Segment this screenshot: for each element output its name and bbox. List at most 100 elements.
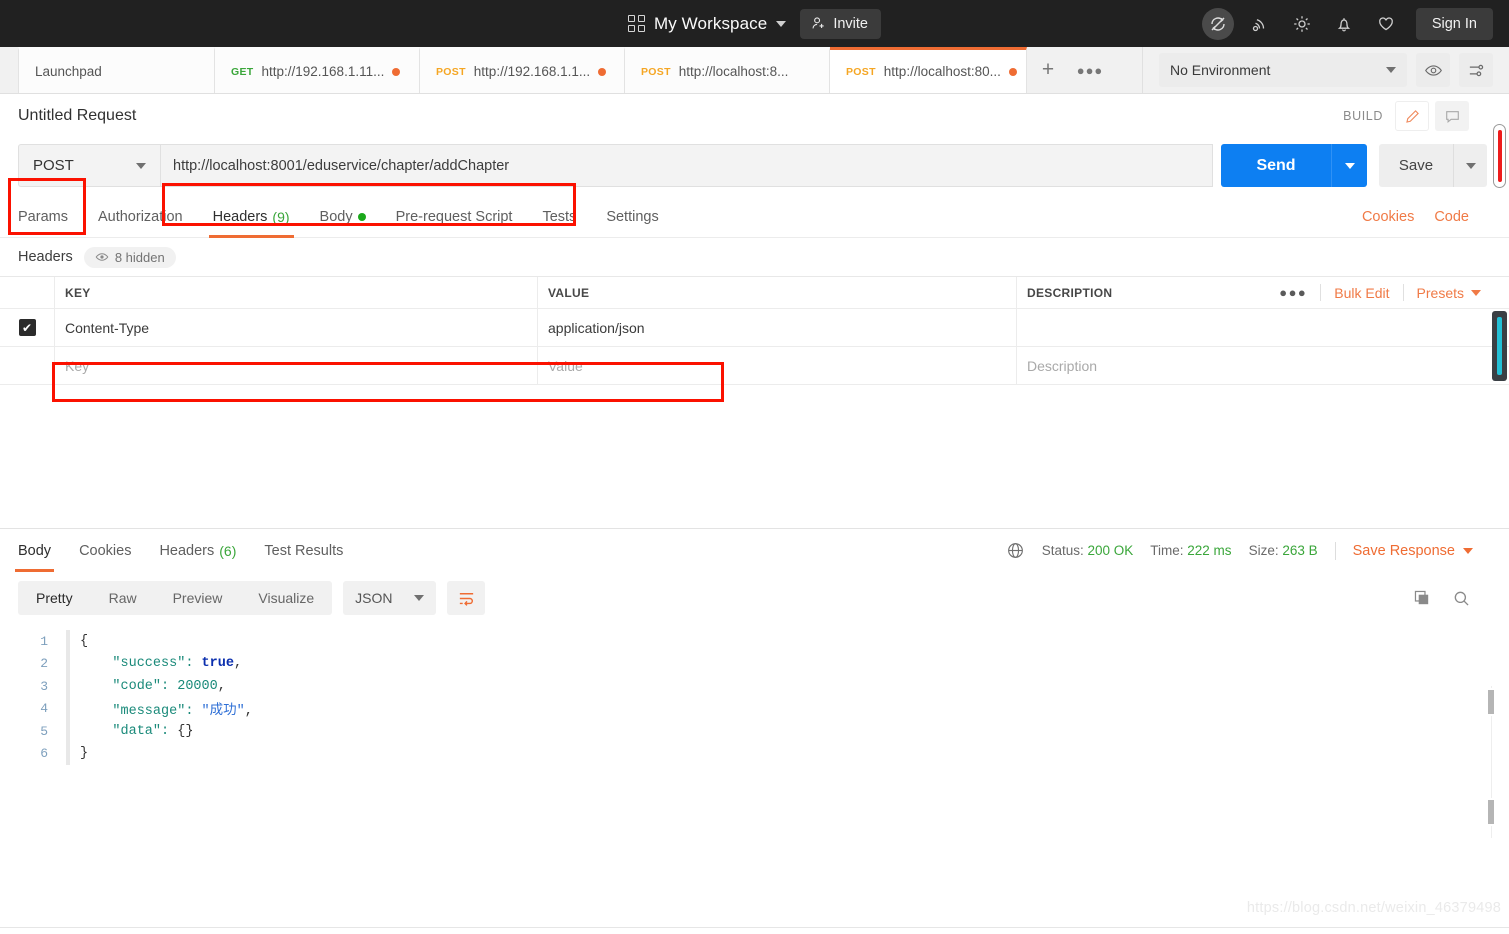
request-scrollbar[interactable] [1493,124,1506,188]
code-text: "success": true, [70,656,242,671]
tab-label: Headers [212,209,268,225]
size-label: Size: [1248,543,1279,558]
response-tab-body[interactable]: Body [14,529,55,572]
response-tab-test-results[interactable]: Test Results [264,529,343,572]
build-zone: BUILD [1343,101,1491,131]
tab-pre-request-script[interactable]: Pre-request Script [396,197,513,238]
tab-label: Cookies [79,542,132,559]
chevron-down-icon [136,162,146,169]
row-value-cell[interactable]: application/json [538,309,1017,346]
code-text: } [80,746,89,762]
view-visualize[interactable]: Visualize [240,581,332,615]
tab-tests[interactable]: Tests [542,197,576,238]
tab-settings[interactable]: Settings [606,197,658,238]
response-body-code[interactable]: 1 { 2 "success": true, 3 "code": 20000, … [0,624,1509,765]
response-meta: Status: 200 OK Time: 222 ms Size: 263 B … [1006,541,1491,560]
presets-button[interactable]: Presets [1404,285,1499,301]
line-number: 4 [40,701,48,717]
watermark: https://blog.csdn.net/weixin_46379498 [1246,900,1501,916]
bulk-edit-button[interactable]: Bulk Edit [1321,285,1402,301]
tab-options-button[interactable]: ●●● [1069,47,1111,93]
response-scrollbar-thumb-secondary[interactable] [1486,798,1496,826]
tab-request-3[interactable]: POST http://localhost:8... [625,47,830,93]
tab-request-2[interactable]: POST http://192.168.1.1... [420,47,625,93]
view-preview[interactable]: Preview [155,581,241,615]
response-tab-headers[interactable]: Headers (6) [159,529,236,572]
headers-scrollbar[interactable] [1492,311,1507,381]
tab-authorization[interactable]: Authorization [98,197,183,238]
tab-body[interactable]: Body [320,197,366,238]
divider [1334,541,1336,560]
search-icon[interactable] [1452,589,1471,608]
environment-settings-button[interactable] [1459,53,1493,87]
response-language-select[interactable]: JSON [343,581,437,615]
table-row[interactable]: Key Value Description [0,347,1509,385]
tab-method: POST [641,65,671,78]
json-value: true [201,656,234,672]
json-key: "data": [80,723,178,739]
word-wrap-icon [459,592,473,606]
new-key-input[interactable]: Key [55,347,538,384]
view-pretty[interactable]: Pretty [18,581,91,615]
tab-label: Params [18,209,68,225]
code-line: 6 } [0,742,1509,765]
tab-method: POST [846,65,876,78]
tab-label: http://192.168.1.1... [473,64,591,79]
code-link[interactable]: Code [1434,209,1469,225]
workspace-selector[interactable]: My Workspace [628,14,787,34]
environment-select[interactable]: No Environment [1159,53,1407,87]
tab-request-1[interactable]: GET http://192.168.1.11... [215,47,420,93]
row-key-cell[interactable]: Content-Type [55,309,538,346]
tab-request-4[interactable]: POST http://localhost:80... [830,47,1027,93]
row-description-cell[interactable] [1017,309,1509,346]
hidden-headers-toggle[interactable]: 8 hidden [83,246,176,268]
row-checkbox[interactable]: ✔ [18,319,36,336]
save-options-button[interactable] [1453,144,1487,187]
grid-icon [628,15,645,32]
language-value: JSON [355,590,393,606]
send-options-button[interactable] [1331,144,1367,187]
new-value-input[interactable]: Value [538,347,1017,384]
word-wrap-button[interactable] [447,581,486,615]
table-row[interactable]: ✔ Content-Type application/json [0,309,1509,347]
invite-button[interactable]: Invite [800,8,881,39]
chevron-down-icon [1465,162,1476,169]
environment-quick-look-button[interactable] [1416,53,1450,87]
comment-button[interactable] [1435,101,1469,131]
globe-icon[interactable] [1006,541,1025,560]
chevron-down-icon [1344,162,1355,169]
response-tab-cookies[interactable]: Cookies [79,529,131,572]
headers-toolbar: Headers 8 hidden [0,238,1509,276]
value-placeholder: Value [548,357,583,374]
status-label: Status: [1041,543,1084,558]
unsaved-dot-icon [1008,67,1017,76]
line-number: 6 [40,746,48,762]
method-select[interactable]: POST [18,144,160,187]
request-tab-strip: Launchpad GET http://192.168.1.11... POS… [0,47,1509,94]
person-add-icon [812,17,824,29]
tab-label: Pre-request Script [395,209,513,225]
cookies-link[interactable]: Cookies [1362,209,1414,225]
more-options-icon[interactable]: ●●● [1266,285,1320,300]
presets-label: Presets [1416,284,1464,301]
unsaved-dot-icon [392,67,401,76]
url-input[interactable]: http://localhost:8001/eduservice/chapter… [160,144,1213,187]
save-button[interactable]: Save [1379,144,1453,187]
edit-pencil-button[interactable] [1395,101,1429,131]
code-text: "code": 20000, [70,679,225,694]
tab-method: POST [436,65,466,78]
tab-headers[interactable]: Headers (9) [208,197,294,238]
view-raw[interactable]: Raw [91,581,155,615]
method-value: POST [33,157,74,174]
header-value-cell: VALUE [538,277,1017,308]
tab-launchpad[interactable]: Launchpad [18,47,215,93]
send-button[interactable]: Send [1221,144,1331,187]
new-description-input[interactable]: Description [1017,347,1509,384]
response-scrollbar-thumb[interactable] [1486,688,1496,716]
copy-icon[interactable] [1413,589,1432,608]
tab-params[interactable]: Params [18,197,68,238]
json-key: "success": [80,656,202,672]
time-value: 222 ms [1187,543,1232,558]
new-tab-button[interactable]: + [1027,47,1069,93]
save-response-button[interactable]: Save Response [1353,543,1473,559]
